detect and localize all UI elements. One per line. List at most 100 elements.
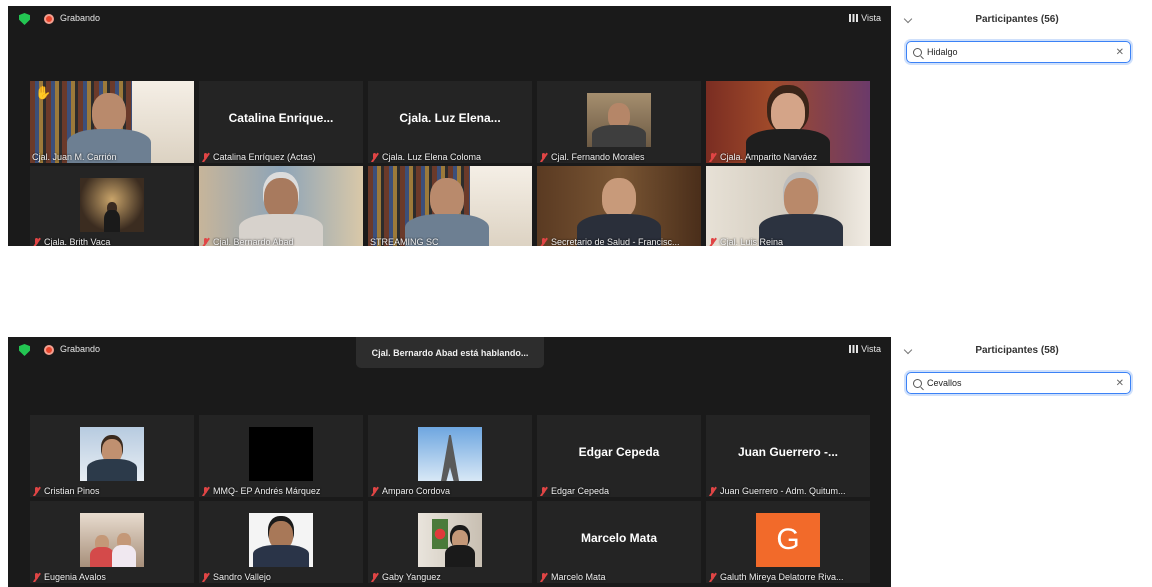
mic-muted-icon [539,152,548,162]
close-icon[interactable]: ✕ [1116,378,1124,389]
mic-muted-icon [539,486,548,496]
participant-tile[interactable]: Cjal. Fernando Morales [537,81,701,163]
meeting-screenshot-1: Grabando Vista ✋ Cjal. Juan M. Carrión Catal… [8,6,1135,246]
mic-muted-icon [708,486,717,496]
video-thumbnail [418,513,482,567]
participant-display-name: Catalina Enrique... [228,111,334,125]
participant-name-label: Cristian Pinos [32,486,192,496]
participant-tile[interactable]: Cjala. Amparito Narváez [706,81,870,163]
participant-name-label: Sandro Vallejo [201,572,361,582]
participant-display-name: Marcelo Mata [580,531,658,545]
mic-muted-icon [32,237,41,247]
participant-tile[interactable]: Eugenia Avalos [30,501,194,583]
participant-name-label: Edgar Cepeda [539,486,699,496]
meeting-view: Grabando Vista ✋ Cjal. Juan M. Carrión Catal… [8,6,891,246]
participant-name-label: Galuth Mireya Delatorre Riva... [708,572,868,582]
video-thumbnail [249,513,313,567]
recording-label: Grabando [60,344,101,354]
search-input[interactable] [927,378,1116,388]
participant-tile[interactable]: Cjal. Luis Reina [706,166,870,246]
mic-muted-icon [370,152,379,162]
participant-name-label: Cjal. Juan M. Carrión [32,152,117,162]
mic-muted-icon [708,237,717,247]
close-icon[interactable]: ✕ [1116,47,1124,58]
participant-name-label: Cjal. Fernando Morales [539,152,699,162]
participant-name-label: Secretario de Salud - Francisc... [539,237,699,246]
speaking-indicator: Cjal. Bernardo Abad está hablando... [356,337,544,368]
participant-name-label: Juan Guerrero - Adm. Quitum... [708,486,868,496]
grid-icon [849,345,859,353]
participant-tile[interactable]: Juan Guerrero -... Juan Guerrero - Adm. Q… [706,415,870,497]
participant-tile[interactable]: G Galuth Mireya Delatorre Riva... [706,501,870,583]
mic-muted-icon [539,237,548,247]
participants-title: Participantes (58) [975,345,1059,356]
meeting-topbar: Grabando Vista [8,6,891,32]
video-feed [199,166,363,246]
video-thumbnail [418,427,482,481]
participant-tile[interactable]: MMQ- EP Andrés Márquez [199,415,363,497]
mic-muted-icon [539,572,548,582]
participant-tile[interactable]: Cristian Pinos [30,415,194,497]
video-thumbnail [80,178,144,232]
mic-muted-icon [370,572,379,582]
participants-panel: Participantes (58) ✕ [899,337,1135,587]
view-button[interactable]: Vista [849,13,881,23]
participant-tile[interactable]: Cjal. Bernardo Abad [199,166,363,246]
mic-muted-icon [201,237,210,247]
mic-muted-icon [201,486,210,496]
participant-tile[interactable]: Edgar Cepeda Edgar Cepeda [537,415,701,497]
meeting-view: Grabando Vista Cjal. Bernardo Abad está ha… [8,337,891,587]
participant-tile[interactable]: Secretario de Salud - Francisc... [537,166,701,246]
mic-muted-icon [370,486,379,496]
mic-muted-icon [32,572,41,582]
participant-tile[interactable]: Sandro Vallejo [199,501,363,583]
participant-tile[interactable]: Marcelo Mata Marcelo Mata [537,501,701,583]
participant-name-label: MMQ- EP Andrés Márquez [201,486,361,496]
mic-muted-icon [201,152,210,162]
search-icon [913,378,922,388]
video-feed [537,166,701,246]
participant-tile[interactable]: Amparo Cordova [368,415,532,497]
participant-name-label: Marcelo Mata [539,572,699,582]
participant-name-label: Cjal. Bernardo Abad [201,237,361,246]
mic-muted-icon [708,152,717,162]
shield-icon[interactable] [19,344,30,356]
video-feed [706,166,870,246]
participant-search[interactable]: ✕ [906,372,1131,394]
participants-panel: Participantes (56) ✕ [899,6,1135,246]
grid-icon [849,14,859,22]
participant-display-name: Edgar Cepeda [578,445,660,459]
video-thumbnail [587,93,651,147]
participant-name-label: Cjala. Luz Elena Coloma [370,152,530,162]
participant-display-name: Cjala. Luz Elena... [399,111,501,125]
raised-hand-icon: ✋ [35,85,52,100]
participant-tile[interactable]: Cjala. Luz Elena... Cjala. Luz Elena Colo… [368,81,532,163]
recording-icon [44,14,54,24]
mic-muted-icon [708,572,717,582]
shield-icon[interactable] [19,13,30,25]
recording-icon [44,345,54,355]
participant-tile[interactable]: ✋ Cjal. Juan M. Carrión [30,81,194,163]
participant-name-label: Amparo Cordova [370,486,530,496]
video-thumbnail [249,427,313,481]
video-thumbnail [80,427,144,481]
participant-tile[interactable]: STREAMING SC [368,166,532,246]
participant-tile[interactable]: Gaby Yanguez [368,501,532,583]
participant-name-label: Cjala. Brith Vaca [32,237,192,246]
participants-title: Participantes (56) [975,14,1059,25]
search-input[interactable] [927,47,1116,57]
video-feed [30,81,194,163]
mic-muted-icon [201,572,210,582]
participant-name-label: Cjala. Amparito Narváez [708,152,868,162]
participant-name-label: Catalina Enríquez (Actas) [201,152,361,162]
recording-label: Grabando [60,13,101,23]
participant-tile[interactable]: Cjala. Brith Vaca [30,166,194,246]
meeting-screenshot-2: Grabando Vista Cjal. Bernardo Abad está ha… [8,337,1135,587]
participant-display-name: Juan Guerrero -... [737,445,839,459]
participant-name-label: Eugenia Avalos [32,572,192,582]
participant-tile[interactable]: Catalina Enrique... Catalina Enríquez (Ac… [199,81,363,163]
video-feed [368,166,532,246]
participant-search[interactable]: ✕ [906,41,1131,63]
view-button[interactable]: Vista [849,344,881,354]
participant-name-label: Gaby Yanguez [370,572,530,582]
